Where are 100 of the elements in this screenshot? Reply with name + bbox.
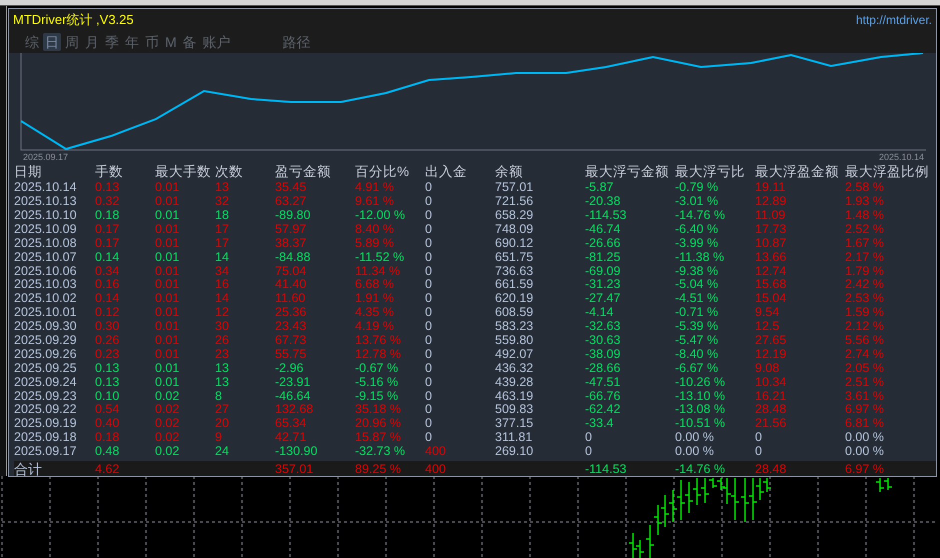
table-cell: 2.53 % bbox=[845, 291, 884, 306]
table-cell: 11.09 bbox=[755, 208, 786, 222]
table-cell: 0.01 bbox=[155, 346, 180, 361]
table-cell: 0.13 bbox=[95, 180, 120, 194]
table-cell: -10.51 % bbox=[675, 416, 726, 430]
table-cell: 2.17 % bbox=[845, 250, 884, 264]
table-cell: 0.01 bbox=[155, 194, 180, 208]
table-cell: 89.25 % bbox=[355, 462, 401, 476]
table-cell: 23 bbox=[215, 346, 229, 361]
table-cell: 13 bbox=[215, 180, 229, 194]
table-cell: 0.00 % bbox=[675, 430, 714, 444]
table-cell: 658.29 bbox=[495, 208, 534, 222]
table-cell: -0.67 % bbox=[355, 360, 398, 375]
table-cell: 2025.10.02 bbox=[14, 291, 77, 306]
table-cell: 0 bbox=[425, 402, 432, 416]
table-cell: -5.39 % bbox=[675, 319, 718, 334]
period-tab[interactable]: 币 bbox=[143, 32, 161, 51]
period-tab[interactable]: 路径 bbox=[280, 32, 313, 51]
table-cell: 269.10 bbox=[495, 444, 534, 458]
table-cell: 21.56 bbox=[755, 416, 786, 430]
table-cell: 400 bbox=[425, 444, 446, 458]
table-cell: 0.01 bbox=[155, 208, 180, 222]
table-cell: -5.47 % bbox=[675, 333, 718, 347]
table-cell: 27 bbox=[215, 402, 229, 416]
table-cell: 19.11 bbox=[755, 180, 786, 194]
table-cell: 0.26 bbox=[95, 333, 120, 347]
period-tab[interactable]: 周 bbox=[63, 32, 81, 51]
table-cell: 16 bbox=[215, 277, 229, 292]
table-cell: 2.05 % bbox=[845, 360, 884, 375]
table-cell: 2025.10.14 bbox=[14, 180, 77, 194]
table-cell: 2.12 % bbox=[845, 319, 884, 334]
table-cell: -66.76 bbox=[585, 388, 620, 403]
period-tab[interactable]: 备 bbox=[180, 32, 199, 51]
table-cell: 0.00 % bbox=[845, 430, 884, 444]
table-cell: 736.63 bbox=[495, 264, 534, 278]
table-cell: -14.76 % bbox=[675, 208, 726, 222]
table-cell: 0 bbox=[425, 374, 432, 389]
table-cell: 12.89 bbox=[755, 194, 786, 208]
table-cell: 2025.09.26 bbox=[14, 346, 77, 361]
table-cell: 57.97 bbox=[275, 222, 306, 236]
website-link[interactable]: http://mtdriver. bbox=[856, 10, 932, 29]
table-cell: 65.34 bbox=[275, 416, 306, 430]
period-tab[interactable]: M bbox=[163, 32, 179, 51]
table-cell: -5.16 % bbox=[355, 374, 398, 389]
column-header: 日期 bbox=[14, 163, 43, 180]
column-header: 出入金 bbox=[425, 163, 468, 180]
table-cell: -2.96 bbox=[275, 360, 304, 375]
table-cell: 12 bbox=[215, 305, 229, 320]
table-cell: 8 bbox=[215, 388, 222, 403]
table-cell: 0.02 bbox=[155, 388, 180, 403]
table-cell: 0.10 bbox=[95, 388, 120, 403]
table-cell: 0.02 bbox=[155, 444, 180, 458]
table-cell: -30.63 bbox=[585, 333, 620, 347]
period-tab[interactable]: 综 bbox=[23, 32, 41, 51]
table-cell: 0.01 bbox=[155, 305, 180, 320]
table-cell: 25.36 bbox=[275, 305, 306, 320]
period-tab[interactable]: 季 bbox=[103, 32, 121, 51]
table-cell: 0.54 bbox=[95, 402, 120, 416]
table-cell: 357.01 bbox=[275, 462, 314, 476]
table-cell: 20.96 % bbox=[355, 416, 401, 430]
table-cell: 1.91 % bbox=[355, 291, 394, 306]
table-cell: 0.02 bbox=[155, 430, 180, 444]
table-cell: 0.48 bbox=[95, 444, 120, 458]
table-cell: -26.66 bbox=[585, 236, 620, 250]
table-cell: -130.90 bbox=[275, 444, 318, 458]
window-title: MTDriver统计 ,V3.25 bbox=[13, 11, 134, 30]
period-tab[interactable]: 日 bbox=[43, 32, 61, 51]
table-cell: 2025.10.03 bbox=[14, 277, 77, 292]
period-tab[interactable]: 账户 bbox=[200, 32, 233, 51]
table-cell: 0.16 bbox=[95, 277, 120, 292]
table-cell: -5.87 bbox=[585, 180, 614, 194]
table-cell: 12.74 bbox=[755, 264, 786, 278]
column-header: 最大手数 bbox=[155, 163, 212, 180]
period-tab[interactable]: 年 bbox=[123, 32, 141, 51]
table-cell: 2025.09.30 bbox=[14, 319, 77, 334]
table-cell: 0.01 bbox=[155, 236, 180, 250]
table-cell: -0.79 % bbox=[675, 180, 718, 194]
table-cell: -27.47 bbox=[585, 291, 620, 306]
table-cell: -47.51 bbox=[585, 374, 620, 389]
table-cell: 311.81 bbox=[495, 430, 532, 444]
table-cell: -33.4 bbox=[585, 416, 614, 430]
table-cell: 2025.10.07 bbox=[14, 250, 77, 264]
table-cell: 38.37 bbox=[275, 236, 306, 250]
table-cell: 0 bbox=[425, 291, 432, 306]
table-cell: -81.25 bbox=[585, 250, 620, 264]
table-cell: 4.62 bbox=[95, 462, 120, 476]
table-cell: 1.59 % bbox=[845, 305, 884, 320]
table-cell: 0.01 bbox=[155, 180, 180, 194]
table-cell: 0.17 bbox=[95, 236, 120, 250]
table-cell: -20.38 bbox=[585, 194, 620, 208]
table-cell: 0.00 % bbox=[675, 444, 714, 458]
table-cell: -8.40 % bbox=[675, 346, 718, 361]
table-cell: 32 bbox=[215, 194, 229, 208]
table-cell: 9.08 bbox=[755, 360, 780, 375]
table-cell: 2025.10.10 bbox=[14, 208, 77, 222]
table-cell: 55.75 bbox=[275, 346, 306, 361]
table-cell: 2025.10.06 bbox=[14, 264, 77, 278]
period-tab[interactable]: 月 bbox=[83, 32, 101, 51]
table-cell: -6.67 % bbox=[675, 360, 718, 375]
table-cell: 0 bbox=[425, 236, 432, 250]
